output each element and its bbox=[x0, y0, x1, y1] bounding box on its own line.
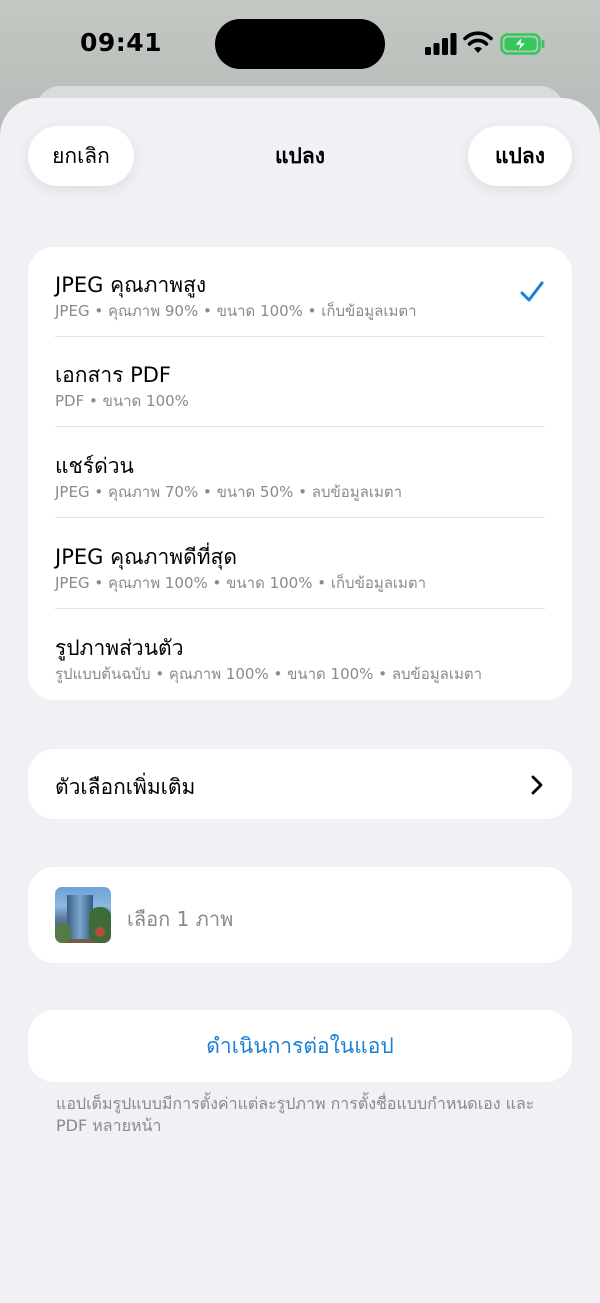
image-thumbnail bbox=[55, 887, 111, 943]
preset-title: แชร์ด่วน bbox=[55, 454, 134, 478]
continue-in-app-button[interactable]: ดำเนินการต่อในแอป bbox=[28, 1010, 572, 1082]
preset-title: รูปภาพส่วนตัว bbox=[55, 636, 184, 660]
preset-jpeg-high[interactable]: JPEG คุณภาพสูง JPEG • คุณภาพ 90% • ขนาด … bbox=[28, 247, 572, 337]
cellular-signal-icon bbox=[425, 33, 457, 55]
preset-list: JPEG คุณภาพสูง JPEG • คุณภาพ 90% • ขนาด … bbox=[28, 247, 572, 700]
cancel-button[interactable]: ยกเลิก bbox=[28, 126, 134, 186]
more-options-label: ตัวเลือกเพิ่มเติม bbox=[55, 775, 196, 799]
checkmark-icon bbox=[520, 281, 544, 302]
preset-private-photo[interactable]: รูปภาพส่วนตัว รูปแบบต้นฉบับ • คุณภาพ 100… bbox=[28, 610, 572, 700]
status-time: 09:41 bbox=[80, 28, 163, 57]
preset-jpeg-best[interactable]: JPEG คุณภาพดีที่สุด JPEG • คุณภาพ 100% •… bbox=[28, 519, 572, 609]
preset-pdf-document[interactable]: เอกสาร PDF PDF • ขนาด 100% bbox=[28, 337, 572, 427]
preset-subtitle: รูปแบบต้นฉบับ • คุณภาพ 100% • ขนาด 100% … bbox=[55, 665, 483, 683]
preset-subtitle: JPEG • คุณภาพ 90% • ขนาด 100% • เก็บข้อม… bbox=[55, 302, 417, 320]
preset-title: เอกสาร PDF bbox=[55, 363, 171, 387]
preset-subtitle: PDF • ขนาด 100% bbox=[55, 392, 189, 410]
divider bbox=[55, 517, 545, 518]
chevron-right-icon bbox=[531, 775, 543, 795]
preset-quick-share[interactable]: แชร์ด่วน JPEG • คุณภาพ 70% • ขนาด 50% • … bbox=[28, 428, 572, 518]
screen: 09:41 แปลง ยกเลิก แปลง JPEG คุณภาพสูง JP… bbox=[0, 0, 600, 1303]
convert-button[interactable]: แปลง bbox=[468, 126, 572, 186]
preset-title: JPEG คุณภาพดีที่สุด bbox=[55, 545, 238, 569]
convert-sheet: แปลง ยกเลิก แปลง JPEG คุณภาพสูง JPEG • ค… bbox=[0, 98, 600, 1303]
divider bbox=[55, 608, 545, 609]
divider bbox=[55, 426, 545, 427]
selection-count-label: เลือก 1 ภาพ bbox=[127, 907, 234, 931]
dynamic-island bbox=[215, 19, 385, 69]
continue-in-app-label: ดำเนินการต่อในแอป bbox=[206, 1034, 394, 1058]
more-options-row[interactable]: ตัวเลือกเพิ่มเติม bbox=[28, 749, 572, 819]
battery-charging-icon bbox=[500, 33, 545, 55]
status-bar: 09:41 bbox=[0, 0, 600, 90]
preset-title: JPEG คุณภาพสูง bbox=[55, 273, 207, 297]
preset-subtitle: JPEG • คุณภาพ 70% • ขนาด 50% • ลบข้อมูลเ… bbox=[55, 483, 402, 501]
footnote: แอปเต็มรูปแบบมีการตั้งค่าแต่ละรูปภาพ การ… bbox=[56, 1094, 535, 1135]
wifi-icon bbox=[463, 31, 493, 53]
preset-subtitle: JPEG • คุณภาพ 100% • ขนาด 100% • เก็บข้อ… bbox=[55, 574, 427, 592]
selected-images-row[interactable]: เลือก 1 ภาพ bbox=[28, 867, 572, 963]
